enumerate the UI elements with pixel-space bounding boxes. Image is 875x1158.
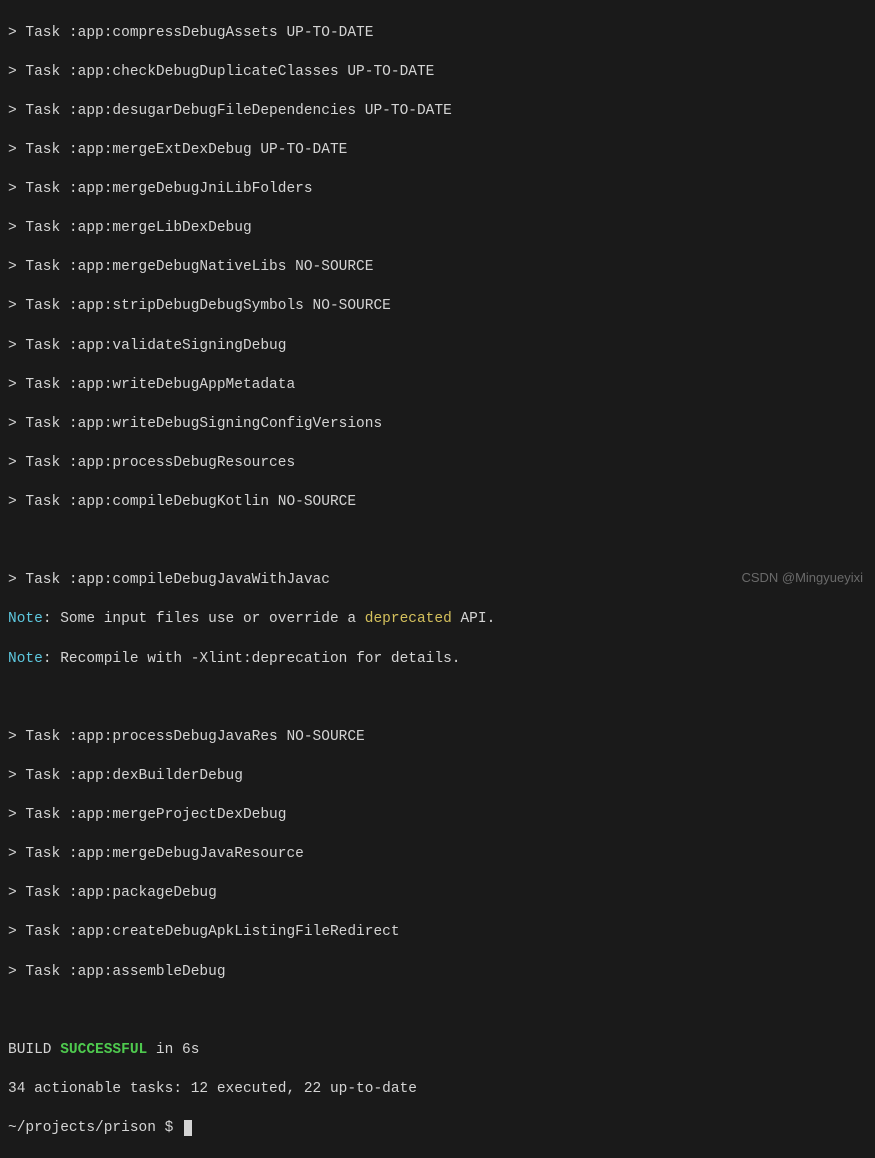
build-result-line: BUILD SUCCESSFUL in 6s xyxy=(8,1041,867,1061)
task-line: > Task :app:mergeDebugNativeLibs NO-SOUR… xyxy=(8,258,867,278)
task-line: > Task :app:writeDebugSigningConfigVersi… xyxy=(8,415,867,435)
note-line: Note: Recompile with -Xlint:deprecation … xyxy=(8,650,867,670)
task-line: > Task :app:dexBuilderDebug xyxy=(8,767,867,787)
task-line: > Task :app:validateSigningDebug xyxy=(8,337,867,357)
note-suffix: API. xyxy=(452,611,496,627)
task-line: > Task :app:assembleDebug xyxy=(8,963,867,983)
task-line: > Task :app:compressDebugAssets UP-TO-DA… xyxy=(8,24,867,44)
task-line: > Task :app:checkDebugDuplicateClasses U… xyxy=(8,63,867,83)
build-prefix: BUILD xyxy=(8,1042,60,1058)
note-line: Note: Some input files use or override a… xyxy=(8,610,867,630)
task-line: > Task :app:mergeDebugJniLibFolders xyxy=(8,180,867,200)
task-line: > Task :app:createDebugApkListingFileRed… xyxy=(8,923,867,943)
blank-line xyxy=(8,1002,867,1022)
prompt-path: ~/projects/prison xyxy=(8,1120,156,1136)
blank-line xyxy=(8,532,867,552)
summary-line: 34 actionable tasks: 12 executed, 22 up-… xyxy=(8,1080,867,1100)
task-line: > Task :app:packageDebug xyxy=(8,884,867,904)
watermark: CSDN @Mingyueyixi xyxy=(741,569,863,587)
deprecated-word: deprecated xyxy=(365,611,452,627)
build-suffix: in 6s xyxy=(147,1042,199,1058)
task-line: > Task :app:processDebugResources xyxy=(8,454,867,474)
task-line: > Task :app:stripDebugDebugSymbols NO-SO… xyxy=(8,297,867,317)
terminal-output: > Task :app:compressDebugAssets UP-TO-DA… xyxy=(8,4,867,1158)
note-label: Note xyxy=(8,651,43,667)
build-status: SUCCESSFUL xyxy=(60,1042,147,1058)
task-line: > Task :app:mergeProjectDexDebug xyxy=(8,806,867,826)
task-line: > Task :app:mergeLibDexDebug xyxy=(8,219,867,239)
task-line: > Task :app:desugarDebugFileDependencies… xyxy=(8,102,867,122)
task-line: > Task :app:mergeDebugJavaResource xyxy=(8,845,867,865)
task-line: > Task :app:mergeExtDexDebug UP-TO-DATE xyxy=(8,141,867,161)
prompt-line[interactable]: ~/projects/prison $ xyxy=(8,1119,867,1139)
task-line: > Task :app:compileDebugKotlin NO-SOURCE xyxy=(8,493,867,513)
task-line: > Task :app:writeDebugAppMetadata xyxy=(8,376,867,396)
task-line: > Task :app:compileDebugJavaWithJavac xyxy=(8,571,867,591)
note-label: Note xyxy=(8,611,43,627)
task-line: > Task :app:processDebugJavaRes NO-SOURC… xyxy=(8,728,867,748)
note-text: : Recompile with -Xlint:deprecation for … xyxy=(43,651,461,667)
note-text: : Some input files use or override a xyxy=(43,611,365,627)
blank-line xyxy=(8,689,867,709)
cursor-icon xyxy=(184,1120,192,1136)
prompt-symbol: $ xyxy=(156,1120,182,1136)
